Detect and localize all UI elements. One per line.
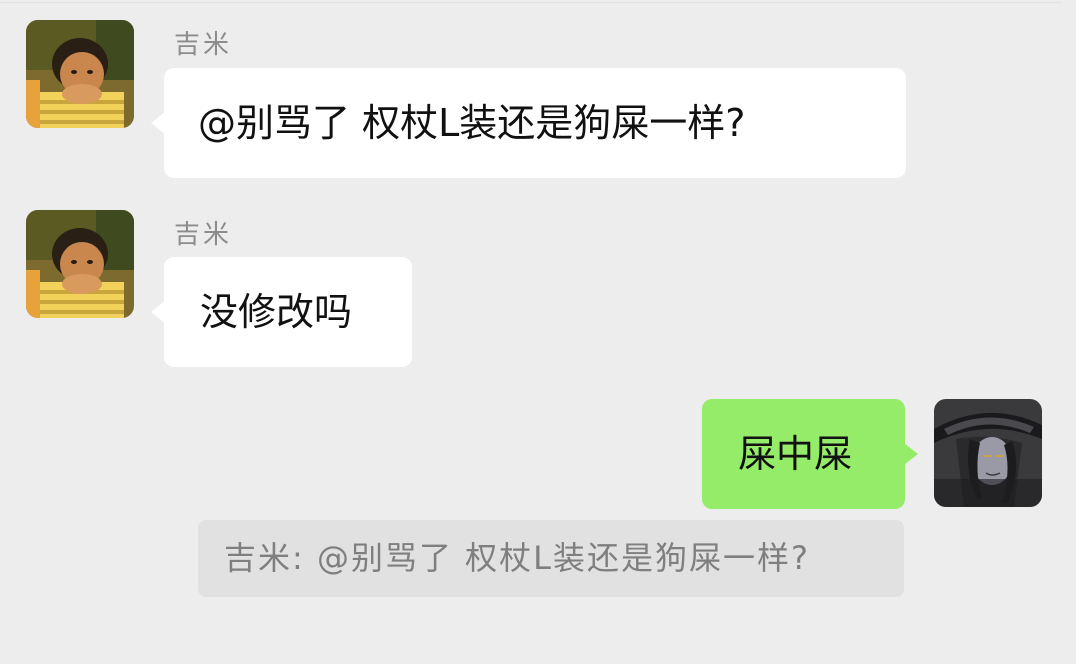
quoted-message[interactable]: 吉米: @别骂了 权杖L装还是狗屎一样? <box>198 520 904 597</box>
message-bubble-outgoing[interactable]: 屎中屎 <box>702 399 905 509</box>
anime-character-avatar-icon <box>934 399 1042 507</box>
message-bubble[interactable]: 没修改吗 <box>164 257 412 367</box>
bubble-tail <box>904 443 918 465</box>
bubble-tail <box>151 301 165 323</box>
quoted-message-text: 吉米: @别骂了 权杖L装还是狗屎一样? <box>224 539 810 577</box>
avatar-self[interactable] <box>934 399 1042 507</box>
avatar-jimi[interactable] <box>26 210 134 318</box>
sender-name: 吉米 <box>174 30 233 60</box>
sender-name: 吉米 <box>174 220 233 250</box>
avatar-jimi[interactable] <box>26 20 134 128</box>
child-photo-avatar-icon <box>26 20 134 128</box>
message-bubble[interactable]: @别骂了 权杖L装还是狗屎一样? <box>164 68 906 178</box>
bubble-tail <box>151 112 165 134</box>
child-photo-avatar-icon <box>26 210 134 318</box>
message-text: 没修改吗 <box>200 290 353 334</box>
message-text: 屎中屎 <box>738 432 853 476</box>
top-divider <box>0 2 1062 3</box>
message-text: @别骂了 权杖L装还是狗屎一样? <box>198 101 746 145</box>
